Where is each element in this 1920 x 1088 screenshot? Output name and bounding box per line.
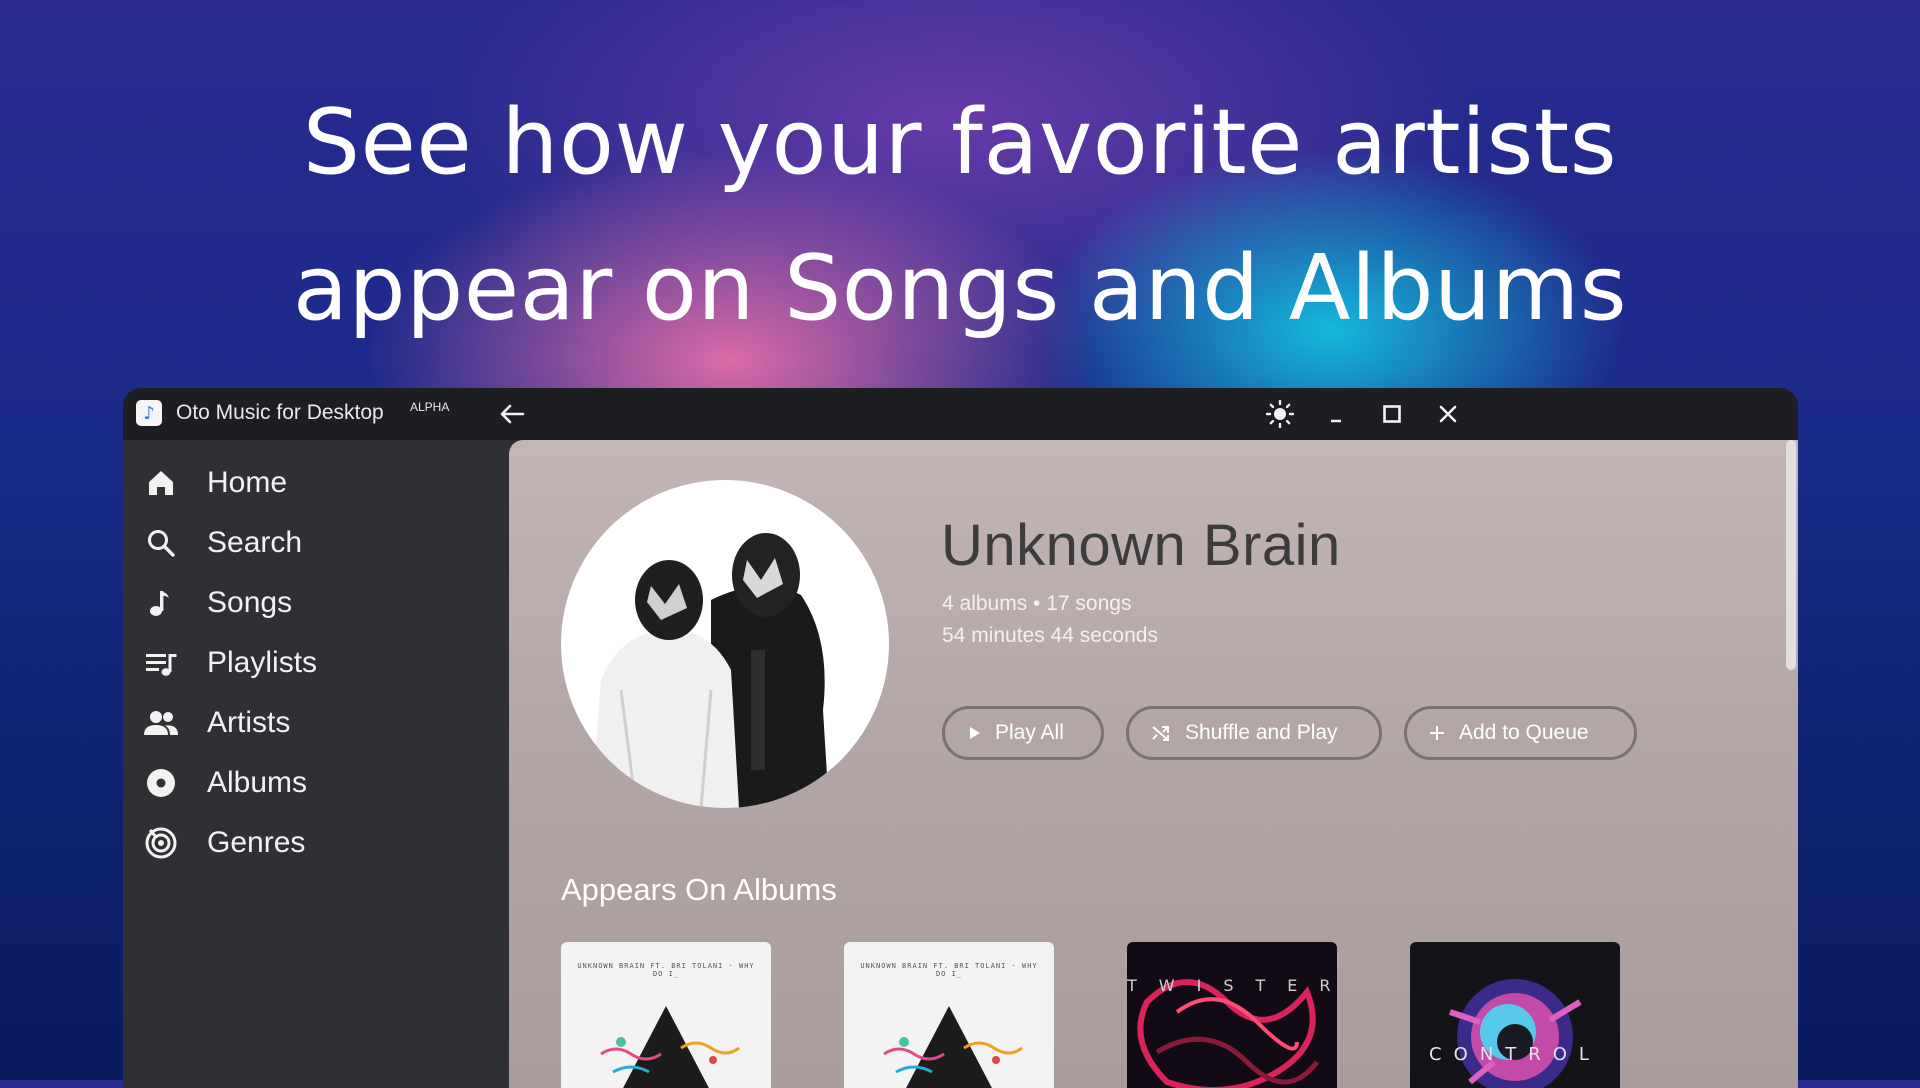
- headline-line-1: See how your favorite artists: [302, 90, 1618, 195]
- back-button[interactable]: [495, 398, 529, 430]
- sidebar-item-label: Genres: [207, 826, 306, 859]
- maximize-icon: [1383, 405, 1401, 423]
- close-icon: [1439, 405, 1457, 423]
- title-bar: ♪ Oto Music for Desktop ALPHA: [123, 388, 1798, 440]
- sidebar-item-search[interactable]: Search: [123, 513, 504, 573]
- appears-on-title: Appears On Albums: [561, 872, 837, 907]
- sidebar-item-songs[interactable]: Songs: [123, 573, 504, 633]
- artist-duration: 54 minutes 44 seconds: [942, 624, 1158, 647]
- sun-icon: [1266, 400, 1294, 428]
- shuffle-icon: [1151, 724, 1171, 742]
- album-cover-text: CONTROL: [1429, 1044, 1601, 1065]
- alpha-badge: ALPHA: [410, 400, 450, 414]
- close-button[interactable]: [1430, 397, 1466, 431]
- sidebar-item-genres[interactable]: Genres: [123, 813, 504, 873]
- headline-line-2: appear on Songs and Albums: [292, 236, 1628, 341]
- scrollbar[interactable]: [1786, 440, 1796, 670]
- music-note-icon: [143, 585, 179, 621]
- genre-icon: [143, 825, 179, 861]
- minimize-icon: [1331, 419, 1341, 423]
- play-icon: [967, 726, 981, 740]
- artist-avatar: [561, 480, 889, 808]
- arrow-left-icon: [500, 404, 525, 424]
- album-cover-text: TWISTER: [1127, 976, 1337, 995]
- sidebar-item-label: Albums: [207, 766, 308, 799]
- app-window: ♪ Oto Music for Desktop ALPHA Home Searc…: [123, 388, 1798, 1088]
- sidebar-item-label: Home: [207, 466, 288, 499]
- album-card[interactable]: TWISTER: [1127, 942, 1337, 1088]
- artist-page: Unknown Brain 4 albums • 17 songs 54 min…: [509, 440, 1798, 1088]
- shuffle-label: Shuffle and Play: [1185, 721, 1338, 744]
- sidebar-item-playlists[interactable]: Playlists: [123, 633, 504, 693]
- minimize-button[interactable]: [1318, 397, 1354, 431]
- playlist-icon: [143, 645, 179, 681]
- people-icon: [143, 705, 179, 741]
- music-note-icon: ♪: [136, 400, 162, 426]
- home-icon: [143, 465, 179, 501]
- search-icon: [143, 525, 179, 561]
- theme-toggle-button[interactable]: [1262, 397, 1298, 431]
- maximize-button[interactable]: [1374, 397, 1410, 431]
- promo-headline: See how your favorite artists appear on …: [0, 70, 1920, 362]
- album-card[interactable]: UNKNOWN BRAIN FT. BRI TOLANI · WHY DO I_: [561, 942, 771, 1088]
- sidebar-item-label: Songs: [207, 586, 293, 619]
- sidebar: Home Search Songs Playlists Artists Albu…: [123, 440, 504, 1088]
- album-card[interactable]: CONTROL: [1410, 942, 1620, 1088]
- sidebar-item-artists[interactable]: Artists: [123, 693, 504, 753]
- add-to-queue-button[interactable]: Add to Queue: [1404, 706, 1637, 760]
- sidebar-item-home[interactable]: Home: [123, 453, 504, 513]
- app-title: Oto Music for Desktop: [176, 401, 384, 424]
- artist-name: Unknown Brain: [941, 513, 1341, 578]
- shuffle-and-play-button[interactable]: Shuffle and Play: [1126, 706, 1382, 760]
- play-all-label: Play All: [995, 721, 1064, 744]
- add-to-queue-label: Add to Queue: [1459, 721, 1589, 744]
- sidebar-item-albums[interactable]: Albums: [123, 753, 504, 813]
- artist-stats: 4 albums • 17 songs: [942, 592, 1132, 615]
- plus-icon: [1429, 725, 1445, 741]
- sidebar-item-label: Artists: [207, 706, 291, 739]
- album-icon: [143, 765, 179, 801]
- sidebar-item-label: Search: [207, 526, 303, 559]
- album-card[interactable]: UNKNOWN BRAIN FT. BRI TOLANI · WHY DO I_: [844, 942, 1054, 1088]
- play-all-button[interactable]: Play All: [942, 706, 1104, 760]
- sidebar-item-label: Playlists: [207, 646, 318, 679]
